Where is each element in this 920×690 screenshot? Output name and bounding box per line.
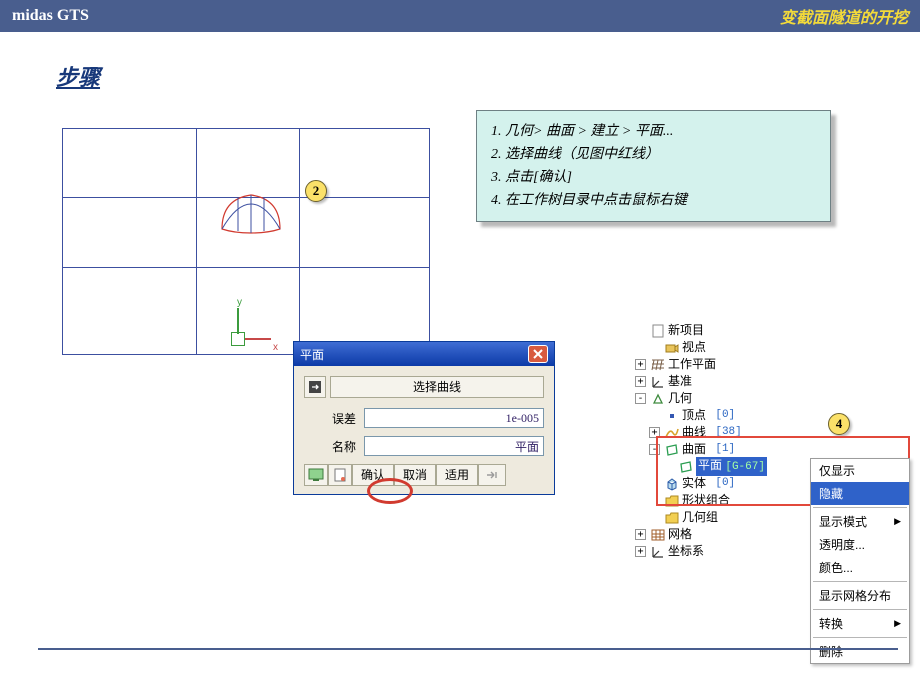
tolerance-input[interactable]: 1e-005 (364, 408, 544, 428)
expand-icon: + (635, 546, 646, 557)
work-tree[interactable]: 新项目 视点 + 工作平面 + 基准 - 几何 顶点 [0] + 曲线 (635, 322, 767, 560)
tree-work-plane[interactable]: + 工作平面 (635, 356, 767, 373)
name-input[interactable]: 平面 (364, 436, 544, 456)
expand-icon: + (635, 529, 646, 540)
plane-dialog: 平面 选择曲线 误差 1e-005 名称 平面 确认 取消 (293, 341, 555, 495)
dialog-titlebar[interactable]: 平面 (294, 342, 554, 366)
axis-icon (651, 545, 665, 559)
next-icon[interactable] (478, 464, 506, 486)
tree-curve[interactable]: + 曲线 [38] (635, 424, 767, 441)
dialog-title-text: 平面 (300, 346, 324, 363)
surface-icon (665, 443, 679, 457)
tree-shape-group[interactable]: 形状组合 (635, 492, 767, 509)
tree-solid[interactable]: 实体 [0] (635, 475, 767, 492)
apply-button[interactable]: 适用 (436, 464, 478, 486)
expand-icon: + (635, 376, 646, 387)
folder-icon (665, 494, 679, 508)
instruction-2: 2. 选择曲线（见图中红线） (491, 143, 816, 166)
geometry-icon (651, 392, 665, 406)
ctx-delete[interactable]: 删除 (811, 640, 909, 663)
close-icon[interactable] (528, 345, 548, 363)
collapse-icon: - (635, 393, 646, 404)
slide-header: midas GTS 变截面隧道的开挖 (0, 0, 920, 32)
surface-icon (679, 460, 693, 474)
app-title: midas GTS (12, 7, 89, 25)
ok-button[interactable]: 确认 (352, 464, 394, 486)
expand-icon: + (649, 427, 660, 438)
curve-icon (665, 426, 679, 440)
ctx-transform[interactable]: 转换▶ (811, 612, 909, 635)
callout-4: 4 (828, 413, 850, 435)
tree-coord-sys[interactable]: + 坐标系 (635, 543, 767, 560)
chevron-right-icon: ▶ (894, 618, 901, 629)
document-icon (651, 324, 665, 338)
axis-x-label: x (273, 342, 278, 353)
tunnel-curve[interactable] (218, 191, 284, 235)
collapse-icon: - (649, 444, 660, 455)
doc-title: 变截面隧道的开挖 (780, 4, 908, 28)
mesh-icon (651, 528, 665, 542)
ctx-display-mode[interactable]: 显示模式▶ (811, 510, 909, 533)
footer-rule (38, 648, 898, 650)
grid-icon (651, 358, 665, 372)
ctx-transparency[interactable]: 透明度... (811, 533, 909, 556)
axis-icon (651, 375, 665, 389)
tree-geom-group[interactable]: 几何组 (635, 509, 767, 526)
instruction-1: 1. 几何> 曲面 > 建立 > 平面... (491, 120, 816, 143)
tolerance-label: 误差 (304, 410, 356, 427)
tree-mesh[interactable]: + 网格 (635, 526, 767, 543)
solid-icon (665, 477, 679, 491)
tree-vertex[interactable]: 顶点 [0] (635, 407, 767, 424)
model-viewport[interactable]: y x (62, 128, 430, 355)
select-arrow-button[interactable] (304, 376, 326, 398)
vertex-icon (665, 409, 679, 423)
tree-datum[interactable]: + 基准 (635, 373, 767, 390)
select-curve-button[interactable]: 选择曲线 (330, 376, 544, 398)
context-menu: 仅显示 隐藏 显示模式▶ 透明度... 颜色... 显示网格分布 转换▶ 删除 (810, 458, 910, 664)
instruction-3: 3. 点击[确认] (491, 166, 816, 189)
tree-plane-item[interactable]: 平面 [G-67] (635, 458, 767, 475)
callout-2: 2 (305, 180, 327, 202)
ctx-color[interactable]: 颜色... (811, 556, 909, 579)
expand-icon: + (635, 359, 646, 370)
monitor-icon[interactable] (304, 464, 328, 486)
folder-icon (665, 511, 679, 525)
camera-icon (665, 341, 679, 355)
tree-surface[interactable]: - 曲面 [1] (635, 441, 767, 458)
steps-heading: 步骤 (56, 60, 100, 92)
tree-viewpoint[interactable]: 视点 (635, 339, 767, 356)
page-icon[interactable] (328, 464, 352, 486)
tree-new-project[interactable]: 新项目 (635, 322, 767, 339)
cancel-button[interactable]: 取消 (394, 464, 436, 486)
tree-geometry[interactable]: - 几何 (635, 390, 767, 407)
ctx-show-only[interactable]: 仅显示 (811, 459, 909, 482)
instructions-box: 1. 几何> 曲面 > 建立 > 平面... 2. 选择曲线（见图中红线） 3.… (476, 110, 831, 222)
name-label: 名称 (304, 438, 356, 455)
ctx-hide[interactable]: 隐藏 (811, 482, 909, 505)
instruction-4: 4. 在工作树目录中点击鼠标右键 (491, 189, 816, 212)
axis-y-label: y (237, 297, 242, 308)
chevron-right-icon: ▶ (894, 516, 901, 527)
ctx-show-mesh[interactable]: 显示网格分布 (811, 584, 909, 607)
